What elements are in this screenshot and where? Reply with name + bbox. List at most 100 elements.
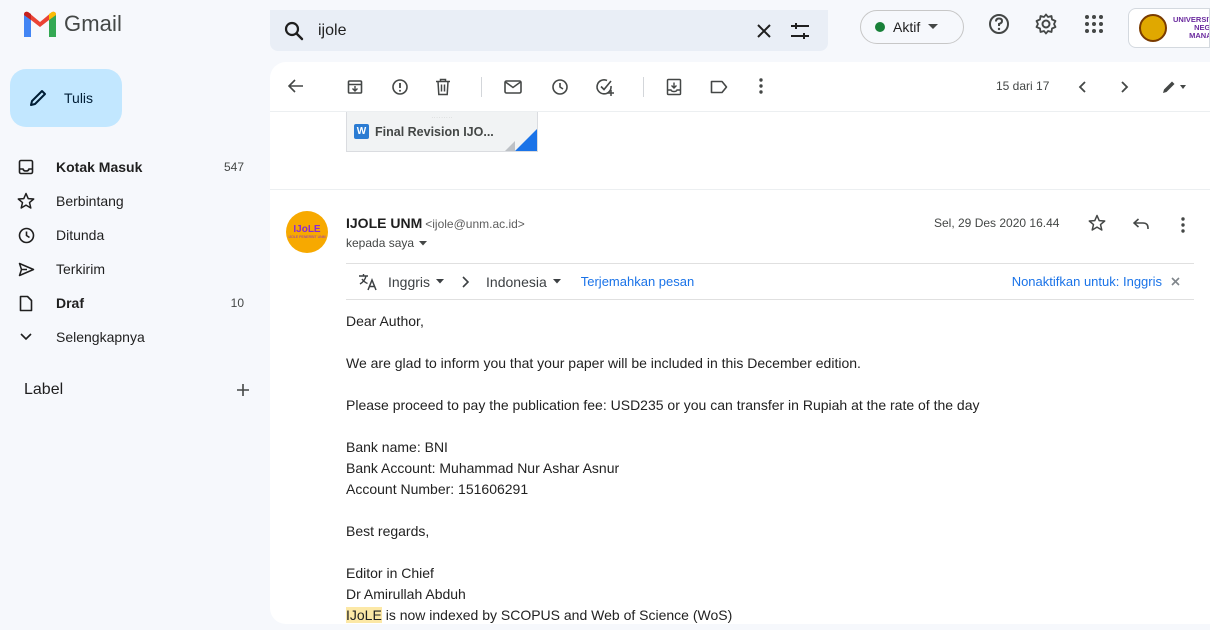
help-icon[interactable]: [988, 13, 1010, 35]
status-label: Aktif: [893, 19, 921, 35]
search-options-icon[interactable]: [790, 22, 810, 40]
signature-footer: IJoLE is now indexed by SCOPUS and Web o…: [346, 607, 733, 623]
target-language-select[interactable]: Indonesia: [486, 274, 561, 290]
sidebar-item-sent[interactable]: Terkirim: [16, 252, 256, 286]
labels-heading: Label: [24, 381, 64, 398]
attachment-preview[interactable]: · · · · · · · · · W Final Revision IJO..…: [346, 112, 538, 152]
close-icon[interactable]: [1171, 277, 1180, 286]
chevron-down-icon: [16, 333, 36, 341]
sidebar-item-label: Selengkapnya: [56, 329, 145, 345]
report-spam-icon[interactable]: [391, 78, 409, 96]
gmail-logo[interactable]: Gmail: [22, 10, 122, 37]
pencil-icon: [28, 88, 48, 108]
recipient-details[interactable]: kepada saya: [346, 236, 428, 250]
signature-title: Editor in Chief: [346, 565, 434, 581]
source-language-select[interactable]: Inggris: [388, 274, 445, 290]
body-paragraph: We are glad to inform you that your pape…: [346, 355, 861, 371]
message-toolbar: 15 dari 17: [270, 62, 1210, 112]
message-divider: [270, 189, 1210, 190]
settings-icon[interactable]: [1035, 13, 1057, 35]
sidebar-item-inbox[interactable]: Kotak Masuk 547: [16, 150, 256, 184]
star-icon: [16, 192, 36, 210]
sidebar-item-more[interactable]: Selengkapnya: [16, 320, 256, 354]
sidebar-nav: Kotak Masuk 547 Berbintang Ditunda Terki…: [16, 150, 256, 354]
draft-icon: [16, 295, 36, 312]
sidebar-item-label: Terkirim: [56, 261, 105, 277]
label-icon[interactable]: [710, 80, 728, 94]
attachment-thumbnail-text: · · · · · · · · ·: [431, 115, 453, 120]
archive-icon[interactable]: [347, 79, 363, 95]
sidebar-item-drafts[interactable]: Draf 10: [16, 286, 256, 320]
attachment-fold-shadow: [505, 141, 515, 151]
chevron-down-icon: [419, 240, 428, 246]
back-arrow-icon[interactable]: [288, 79, 304, 93]
snooze-icon[interactable]: [551, 78, 569, 96]
search-input[interactable]: ijole: [318, 22, 756, 40]
send-icon: [16, 262, 36, 277]
greeting: Dear Author,: [346, 313, 424, 329]
sidebar-item-label: Ditunda: [56, 227, 105, 243]
bank-name: Bank name: BNI: [346, 439, 448, 455]
add-label-icon[interactable]: [236, 383, 250, 397]
reply-icon[interactable]: [1133, 218, 1149, 230]
search-bar[interactable]: ijole: [270, 10, 828, 51]
newer-chevron-icon[interactable]: [1078, 81, 1086, 93]
clock-icon: [16, 227, 36, 244]
recipient-label: kepada saya: [346, 236, 415, 250]
chevron-down-icon: [436, 279, 445, 284]
message-body: Dear Author, We are glad to inform you t…: [346, 311, 980, 624]
body-paragraph: Please proceed to pay the publication fe…: [346, 397, 980, 413]
attachment-filename: Final Revision IJO...: [375, 124, 494, 139]
translate-icon: [358, 273, 378, 291]
add-task-icon[interactable]: [595, 77, 615, 97]
apps-grid-icon[interactable]: [1084, 14, 1104, 34]
university-seal-icon: [1139, 14, 1167, 42]
inbox-icon: [16, 159, 36, 175]
gmail-m-icon: [22, 10, 58, 37]
sender-line: IJOLE UNM <ijole@unm.ac.id>: [346, 215, 525, 231]
message-more-icon[interactable]: [1181, 217, 1185, 233]
account-number: Account Number: 151606291: [346, 481, 529, 497]
mark-unread-icon[interactable]: [504, 80, 522, 94]
search-highlight: IJoLE: [346, 607, 382, 623]
attachment-fold: [515, 129, 537, 151]
star-icon[interactable]: [1088, 214, 1106, 232]
avatar[interactable]: IJoLE IJOLE PENERBIT UNM: [286, 211, 328, 253]
sender-email: <ijole@unm.ac.id>: [425, 217, 525, 231]
move-to-icon[interactable]: [666, 78, 682, 96]
word-doc-icon: W: [354, 124, 369, 139]
unread-count: 547: [223, 160, 244, 174]
arrow-right-icon: [462, 275, 470, 288]
sidebar-item-snoozed[interactable]: Ditunda: [16, 218, 256, 252]
more-vert-icon[interactable]: [759, 78, 763, 94]
status-dot: [875, 22, 885, 32]
draft-count: 10: [230, 296, 244, 310]
compose-button[interactable]: Tulis: [10, 69, 122, 127]
delete-icon[interactable]: [435, 78, 451, 96]
toolbar-divider: [643, 77, 644, 97]
pagination-label: 15 dari 17: [996, 79, 1050, 93]
sidebar-item-label: Kotak Masuk: [56, 159, 143, 175]
sidebar-item-label: Berbintang: [56, 193, 124, 209]
search-icon[interactable]: [284, 21, 304, 41]
account-badge[interactable]: UNIVERSITAS NEGERI MANADO: [1128, 8, 1210, 48]
clear-search-icon[interactable]: [756, 23, 772, 39]
message-panel: 15 dari 17 · · · · · · · · · W Final Rev…: [270, 62, 1210, 624]
older-chevron-icon[interactable]: [1121, 81, 1129, 93]
sender-name[interactable]: IJOLE UNM: [346, 215, 422, 231]
labels-section-header: Label: [24, 381, 250, 399]
translation-bar: Inggris Indonesia Terjemahkan pesan Nona…: [346, 263, 1194, 300]
status-selector[interactable]: Aktif: [860, 10, 964, 44]
sidebar-item-starred[interactable]: Berbintang: [16, 184, 256, 218]
signature-name: Dr Amirullah Abduh: [346, 586, 466, 602]
toolbar-divider: [481, 77, 482, 97]
translate-message-link[interactable]: Terjemahkan pesan: [581, 274, 694, 289]
sidebar-item-label: Draf: [56, 295, 85, 311]
org-name: UNIVERSITAS NEGERI MANADO: [1173, 15, 1210, 40]
message-date: Sel, 29 Des 2020 16.44: [934, 216, 1060, 230]
compose-label: Tulis: [64, 90, 94, 106]
chevron-down-icon: [928, 24, 939, 30]
input-tools-icon[interactable]: [1162, 80, 1188, 94]
closing: Best regards,: [346, 523, 430, 539]
disable-translation-link[interactable]: Nonaktifkan untuk: Inggris: [1012, 274, 1162, 289]
